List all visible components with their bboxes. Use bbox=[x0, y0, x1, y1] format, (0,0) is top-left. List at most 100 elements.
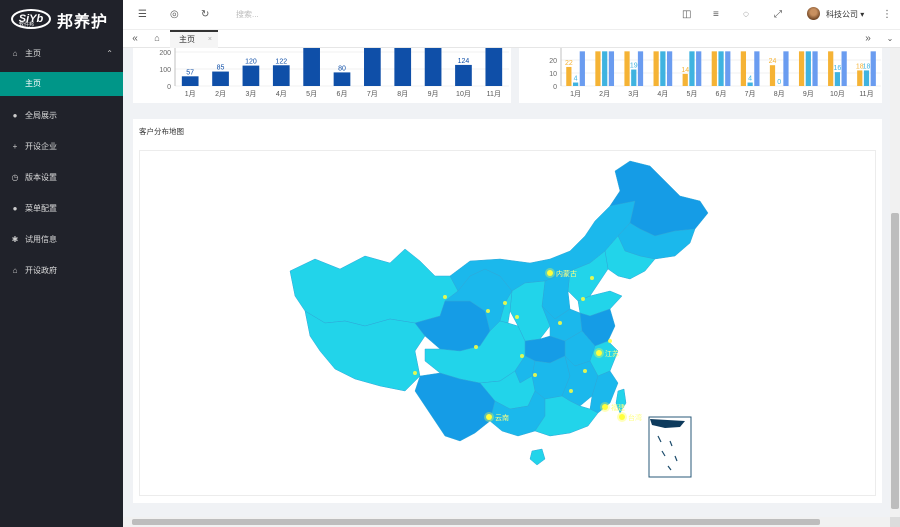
bar bbox=[863, 70, 870, 86]
sidebar-item-version-settings[interactable]: ◷ 版本设置 bbox=[0, 162, 123, 193]
globe-icon: ● bbox=[12, 111, 18, 120]
bar-value-label: 18 bbox=[863, 63, 871, 70]
tab-scroll-left-icon[interactable]: « bbox=[125, 30, 145, 48]
bar bbox=[754, 51, 760, 86]
bar-value-label: 120 bbox=[245, 59, 257, 66]
province-hainan bbox=[529, 448, 546, 466]
map-container: 内蒙古 江苏 云南 福建 台湾 bbox=[139, 150, 876, 496]
x-tick-label: 3月 bbox=[628, 90, 639, 98]
vertical-scrollbar[interactable] bbox=[890, 48, 900, 517]
clock-icon: ◷ bbox=[11, 173, 19, 182]
bar-value-label: 57 bbox=[186, 69, 194, 76]
sidebar-item-trial-info[interactable]: ✱ 试用信息 bbox=[0, 224, 123, 255]
bar bbox=[812, 51, 818, 86]
tab-close-icon[interactable]: × bbox=[208, 32, 212, 47]
bar bbox=[841, 51, 847, 86]
sidebar-item-label: 菜单配置 bbox=[25, 204, 57, 213]
x-tick-label: 6月 bbox=[337, 90, 348, 98]
map-point bbox=[515, 315, 519, 319]
bar bbox=[783, 51, 789, 86]
bar bbox=[624, 51, 630, 86]
sidebar-item-home[interactable]: ⌂ 主页 ⌃ bbox=[0, 38, 123, 69]
theme-icon[interactable]: ◌ bbox=[743, 9, 749, 20]
note-icon[interactable]: ≡ bbox=[713, 9, 719, 20]
bar-value-label: 4 bbox=[748, 76, 752, 83]
bar bbox=[212, 71, 229, 86]
map-point bbox=[558, 321, 562, 325]
map-marker-label: 台湾 bbox=[628, 413, 642, 422]
bar bbox=[660, 51, 666, 86]
map-point bbox=[486, 309, 490, 313]
message-icon[interactable]: ◫ bbox=[682, 9, 691, 20]
caret-down-icon: ▾ bbox=[860, 10, 865, 19]
sidebar-item-label: 主页 bbox=[25, 49, 41, 58]
y-tick-label: 10 bbox=[549, 71, 557, 78]
tab-scroll-right-icon[interactable]: » bbox=[858, 30, 878, 48]
website-icon[interactable]: ◎ bbox=[170, 9, 179, 20]
bar-chart-monthly-multi: 0 10 20 22 4 1月 2月 19 3月 4月 14 5月 6月 4 7月 24 0 8月 9月 16 10月 1… bbox=[549, 48, 881, 98]
bar bbox=[870, 51, 876, 86]
y-tick-label: 0 bbox=[553, 84, 557, 91]
bar bbox=[242, 65, 260, 86]
bar bbox=[653, 51, 659, 86]
bar-value-label: 24 bbox=[769, 58, 777, 65]
map-marker bbox=[486, 414, 492, 420]
map-point bbox=[503, 301, 507, 305]
x-tick-label: 3月 bbox=[245, 90, 256, 98]
bug-icon: ✱ bbox=[11, 235, 19, 244]
map-marker bbox=[619, 414, 625, 420]
tab-options-icon[interactable]: ⌄ bbox=[880, 30, 900, 48]
bar bbox=[579, 51, 585, 86]
x-tick-label: 9月 bbox=[428, 90, 439, 98]
bar-value-label: 14 bbox=[681, 67, 689, 74]
bar bbox=[637, 51, 644, 86]
horizontal-scrollbar[interactable] bbox=[123, 517, 890, 527]
bar bbox=[769, 65, 776, 86]
bar bbox=[272, 65, 290, 86]
vertical-scroll-thumb[interactable] bbox=[891, 213, 899, 509]
x-tick-label: 7月 bbox=[745, 90, 756, 98]
company-name: 科技公司 bbox=[826, 10, 858, 19]
map-marker bbox=[596, 350, 602, 356]
map-point bbox=[520, 354, 524, 358]
scroll-corner bbox=[890, 517, 900, 527]
bar bbox=[798, 51, 805, 86]
app-logo[interactable]: SiYb 软件邦 邦养护 bbox=[0, 0, 123, 38]
avatar[interactable] bbox=[807, 7, 820, 20]
y-tick-label: 20 bbox=[549, 58, 557, 65]
refresh-icon[interactable]: ↻ bbox=[201, 9, 209, 20]
home-tab-icon[interactable]: ⌂ bbox=[147, 30, 167, 48]
chart-card-left: 0 100 200 57 1月 85 2月 120 3月 122 4月 5月 80 6月 7月 8月 9月 124… bbox=[133, 48, 511, 103]
x-tick-label: 4月 bbox=[657, 90, 668, 98]
menu-toggle-icon[interactable]: ☰ bbox=[138, 9, 147, 20]
sidebar-item-open-government[interactable]: ⌂ 开设政府 bbox=[0, 255, 123, 286]
sidebar-subitem-home[interactable]: 主页 bbox=[0, 72, 123, 96]
tab-bar: « ⌂ 主页 × » ⌄ bbox=[123, 30, 900, 48]
search-input[interactable]: 搜索... bbox=[236, 9, 259, 20]
sidebar-item-global-display[interactable]: ● 全局展示 bbox=[0, 100, 123, 131]
bar bbox=[595, 51, 601, 86]
sidebar-item-open-enterprise[interactable]: + 开设企业 bbox=[0, 131, 123, 162]
bar bbox=[718, 51, 724, 86]
sidebar-item-label: 全局展示 bbox=[25, 111, 57, 120]
y-tick-label: 100 bbox=[159, 67, 171, 74]
chevron-up-icon: ⌃ bbox=[106, 49, 113, 58]
user-menu[interactable]: 科技公司 ▾ bbox=[826, 9, 864, 20]
x-tick-label: 8月 bbox=[397, 90, 408, 98]
bar bbox=[181, 76, 199, 86]
map-point bbox=[590, 276, 594, 280]
sidebar-item-menu-config[interactable]: ● 菜单配置 bbox=[0, 193, 123, 224]
fullscreen-icon[interactable]: ⤢ bbox=[774, 9, 782, 20]
tab-home[interactable]: 主页 × bbox=[170, 30, 218, 48]
bar-value-label: 124 bbox=[458, 58, 470, 65]
horizontal-scroll-thumb[interactable] bbox=[132, 519, 820, 525]
bar bbox=[631, 69, 637, 86]
china-map[interactable]: 内蒙古江苏云南 福建台湾 bbox=[140, 151, 877, 497]
bar bbox=[740, 51, 747, 86]
x-tick-label: 7月 bbox=[367, 90, 378, 98]
bar bbox=[455, 64, 472, 86]
x-tick-label: 5月 bbox=[686, 90, 697, 98]
more-icon[interactable]: ⋮ bbox=[882, 9, 892, 20]
map-point bbox=[583, 369, 587, 373]
province-xinjiang bbox=[289, 248, 459, 327]
